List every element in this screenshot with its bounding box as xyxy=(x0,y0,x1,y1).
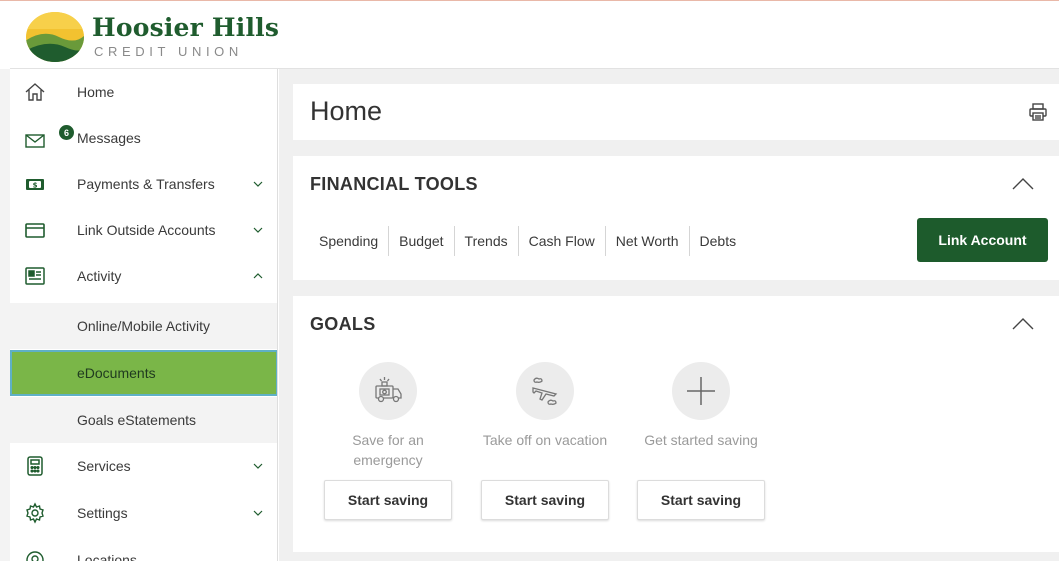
goal-get-started: Get started saving Start saving xyxy=(636,362,766,520)
app-header: Hoosier Hills CREDIT UNION xyxy=(10,1,1059,69)
card-icon xyxy=(24,219,46,241)
home-icon xyxy=(24,81,46,103)
tab-debts[interactable]: Debts xyxy=(690,226,747,256)
chevron-down-icon[interactable] xyxy=(252,178,264,190)
tab-trends[interactable]: Trends xyxy=(455,226,519,256)
link-account-button[interactable]: Link Account xyxy=(917,218,1048,262)
goals-title: GOALS xyxy=(310,314,376,334)
goal-emergency: Save for an emergency Start saving xyxy=(323,362,453,520)
financial-tools-tabs: Spending Budget Trends Cash Flow Net Wor… xyxy=(309,226,746,256)
page-title: Home xyxy=(310,96,383,126)
logo-icon[interactable] xyxy=(25,11,85,63)
sidebar-subitem-label: Goals eStatements xyxy=(77,412,197,428)
emergency-van-icon[interactable] xyxy=(359,362,417,420)
sidebar-item-messages[interactable]: 6 Messages xyxy=(10,115,277,161)
chevron-up-icon[interactable] xyxy=(1011,176,1035,192)
message-count-badge: 6 xyxy=(59,125,74,140)
left-edge-strip xyxy=(0,69,10,561)
sidebar-item-payments-transfers[interactable]: $ Payments & Transfers xyxy=(10,161,277,207)
sidebar-item-home[interactable]: Home xyxy=(10,69,277,115)
sidebar-item-label: Link Outside Accounts xyxy=(77,222,216,238)
goal-description: Save for an emergency xyxy=(352,432,424,468)
sidebar-nav: Home 6 Messages $ Payments & Transfers L… xyxy=(10,69,278,561)
chevron-down-icon[interactable] xyxy=(252,507,264,519)
goal-vacation: Take off on vacation Start saving xyxy=(480,362,610,520)
tab-net-worth[interactable]: Net Worth xyxy=(606,226,690,256)
plus-icon[interactable] xyxy=(672,362,730,420)
tab-budget[interactable]: Budget xyxy=(389,226,455,256)
start-saving-button[interactable]: Start saving xyxy=(481,480,609,520)
sidebar-item-services[interactable]: Services xyxy=(10,443,277,489)
sidebar-item-label: Payments & Transfers xyxy=(77,176,215,192)
activity-icon xyxy=(24,265,46,287)
tab-cash-flow[interactable]: Cash Flow xyxy=(519,226,606,256)
sidebar-item-label: Locations xyxy=(77,552,137,561)
sidebar-item-label: Settings xyxy=(77,505,128,521)
gear-icon xyxy=(24,502,46,524)
start-saving-button[interactable]: Start saving xyxy=(637,480,765,520)
dollar-bill-icon: $ xyxy=(24,173,46,195)
tab-spending[interactable]: Spending xyxy=(309,226,390,256)
svg-text:$: $ xyxy=(33,182,38,190)
sidebar-subitem-edocuments[interactable]: eDocuments xyxy=(10,350,277,396)
goal-description: Get started saving xyxy=(644,432,758,448)
chevron-up-icon[interactable] xyxy=(252,270,264,282)
brand-subtitle: CREDIT UNION xyxy=(94,44,243,59)
sidebar-item-label: Messages xyxy=(77,130,141,146)
sidebar-item-locations[interactable]: Locations xyxy=(10,537,277,561)
sidebar-item-link-outside-accounts[interactable]: Link Outside Accounts xyxy=(10,207,277,253)
sidebar-subitem-label: Online/Mobile Activity xyxy=(77,318,211,334)
print-icon[interactable] xyxy=(1028,102,1048,122)
chevron-down-icon[interactable] xyxy=(252,460,264,472)
sidebar-item-label: Home xyxy=(77,84,115,100)
sidebar-subitem-goals-estatements[interactable]: Goals eStatements xyxy=(10,397,277,443)
sidebar-subitem-label: eDocuments xyxy=(77,365,156,381)
financial-tools-card: FINANCIAL TOOLS Spending Budget Trends C… xyxy=(293,156,1059,280)
financial-tools-title: FINANCIAL TOOLS xyxy=(310,174,478,194)
sidebar-item-label: Activity xyxy=(77,268,122,284)
sidebar-item-settings[interactable]: Settings xyxy=(10,490,277,536)
location-icon xyxy=(24,549,46,561)
main-content: Home FINANCIAL TOOLS Spending Budget Tre… xyxy=(279,69,1059,561)
sidebar-item-activity[interactable]: Activity xyxy=(10,253,277,299)
sidebar-subitem-online-mobile-activity[interactable]: Online/Mobile Activity xyxy=(10,303,277,349)
envelope-icon: 6 xyxy=(24,125,74,151)
goal-description: Take off on vacation xyxy=(482,432,608,448)
brand-name: Hoosier Hills xyxy=(92,13,280,42)
start-saving-button[interactable]: Start saving xyxy=(324,480,452,520)
sidebar-item-label: Services xyxy=(77,458,131,474)
home-title-card: Home xyxy=(293,84,1059,140)
chevron-up-icon[interactable] xyxy=(1011,316,1035,332)
airplane-icon[interactable] xyxy=(516,362,574,420)
goals-card: GOALS Save for an emergency Start saving xyxy=(293,296,1059,552)
calculator-icon xyxy=(24,455,46,477)
chevron-down-icon[interactable] xyxy=(252,224,264,236)
